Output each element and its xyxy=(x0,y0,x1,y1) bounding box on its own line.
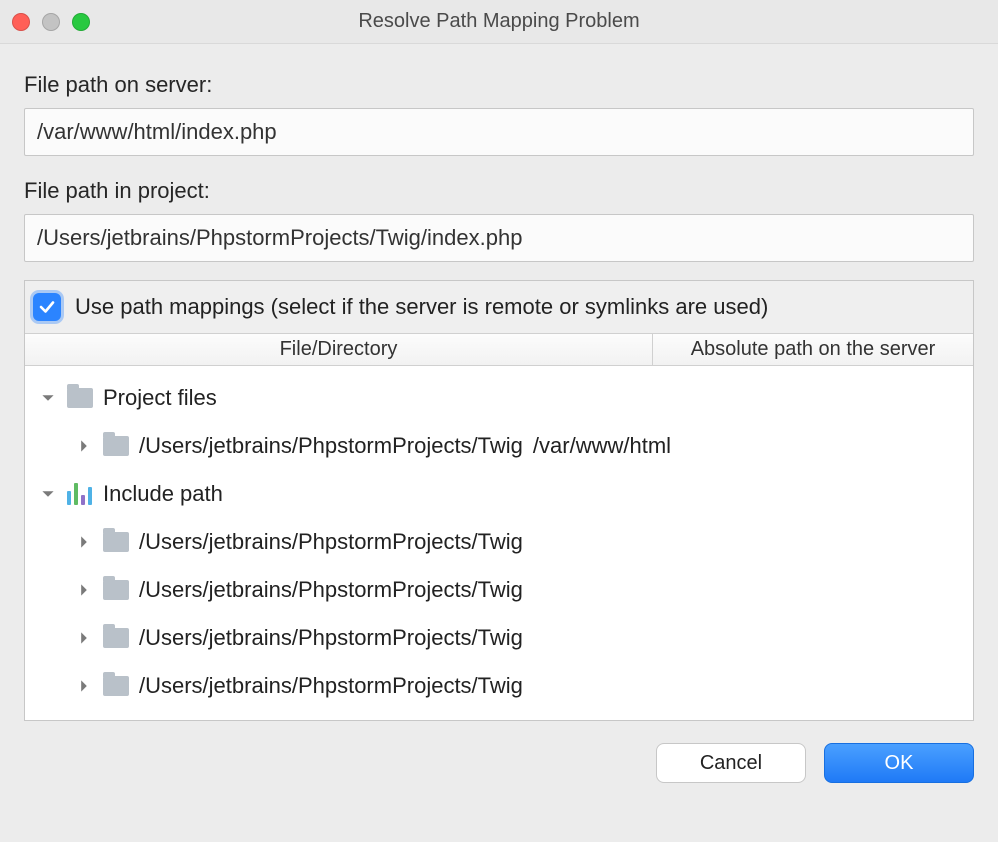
chevron-down-icon[interactable] xyxy=(37,387,59,409)
column-file-directory[interactable]: File/Directory xyxy=(25,334,653,365)
path-mappings-panel: Use path mappings (select if the server … xyxy=(24,280,974,721)
zoom-window-button[interactable] xyxy=(72,13,90,31)
dialog-content: File path on server: File path in projec… xyxy=(0,44,998,721)
close-window-button[interactable] xyxy=(12,13,30,31)
chevron-right-icon[interactable] xyxy=(73,579,95,601)
window-title: Resolve Path Mapping Problem xyxy=(0,10,998,33)
window-controls xyxy=(12,13,90,31)
tree-row-label: /Users/jetbrains/PhpstormProjects/Twig xyxy=(139,673,523,699)
minimize-window-button[interactable] xyxy=(42,13,60,31)
mappings-tree[interactable]: Project files/Users/jetbrains/PhpstormPr… xyxy=(25,366,973,720)
project-path-label: File path in project: xyxy=(24,178,974,204)
dialog-footer: Cancel OK xyxy=(0,721,998,783)
mappings-table-header: File/Directory Absolute path on the serv… xyxy=(25,333,973,366)
cancel-button[interactable]: Cancel xyxy=(656,743,806,783)
folder-icon xyxy=(103,675,129,697)
use-path-mappings-row[interactable]: Use path mappings (select if the server … xyxy=(25,281,973,333)
tree-row-label: /Users/jetbrains/PhpstormProjects/Twig xyxy=(139,433,523,459)
tree-row-label: Include path xyxy=(103,481,223,507)
titlebar: Resolve Path Mapping Problem xyxy=(0,0,998,44)
tree-row-label: /Users/jetbrains/PhpstormProjects/Twig xyxy=(139,529,523,555)
tree-row[interactable]: /Users/jetbrains/PhpstormProjects/Twig xyxy=(29,614,969,662)
tree-row[interactable]: /Users/jetbrains/PhpstormProjects/Twig xyxy=(29,518,969,566)
folder-icon xyxy=(103,579,129,601)
folder-icon xyxy=(67,387,93,409)
chevron-right-icon[interactable] xyxy=(73,531,95,553)
folder-icon xyxy=(103,435,129,457)
tree-row-label: /Users/jetbrains/PhpstormProjects/Twig xyxy=(139,577,523,603)
column-absolute-path[interactable]: Absolute path on the server xyxy=(653,334,973,365)
chevron-right-icon[interactable] xyxy=(73,435,95,457)
include-path-icon xyxy=(67,483,93,505)
checkmark-icon xyxy=(38,298,56,316)
ok-button[interactable]: OK xyxy=(824,743,974,783)
chevron-right-icon[interactable] xyxy=(73,627,95,649)
server-path-input[interactable] xyxy=(24,108,974,156)
tree-row[interactable]: /Users/jetbrains/PhpstormProjects/Twig xyxy=(29,566,969,614)
tree-row-server-path: /var/www/html xyxy=(533,433,671,459)
tree-row[interactable]: /Users/jetbrains/PhpstormProjects/Twig xyxy=(29,662,969,710)
tree-row[interactable]: Include path xyxy=(29,470,969,518)
server-path-label: File path on server: xyxy=(24,72,974,98)
project-path-input[interactable] xyxy=(24,214,974,262)
folder-icon xyxy=(103,531,129,553)
tree-row-label: Project files xyxy=(103,385,217,411)
tree-row[interactable]: Project files xyxy=(29,374,969,422)
folder-icon xyxy=(103,627,129,649)
use-path-mappings-label: Use path mappings (select if the server … xyxy=(75,294,768,320)
use-path-mappings-checkbox[interactable] xyxy=(33,293,61,321)
tree-row-label: /Users/jetbrains/PhpstormProjects/Twig xyxy=(139,625,523,651)
tree-row[interactable]: /Users/jetbrains/PhpstormProjects/Twig/v… xyxy=(29,422,969,470)
chevron-down-icon[interactable] xyxy=(37,483,59,505)
chevron-right-icon[interactable] xyxy=(73,675,95,697)
